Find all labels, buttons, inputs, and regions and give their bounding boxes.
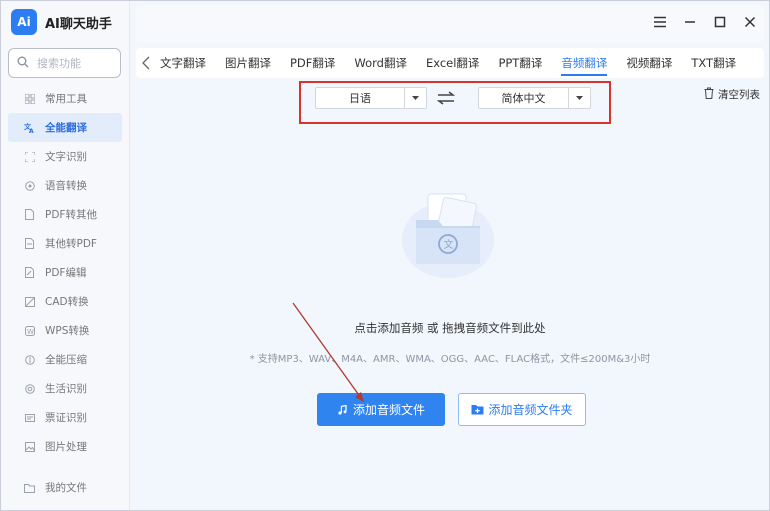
add-audio-folder-button[interactable]: 添加音频文件夹: [458, 393, 586, 426]
search-icon: [17, 56, 29, 71]
sidebar-item-image[interactable]: 图片处理: [8, 432, 122, 461]
image-icon: [24, 441, 35, 452]
scan-text-icon: [24, 151, 35, 162]
language-selector-highlight: 日语 简体中文: [299, 81, 611, 124]
search-input[interactable]: 搜索功能: [8, 48, 121, 78]
caret-down-icon: [404, 88, 426, 108]
tab-video-translate[interactable]: 视频翻译: [626, 48, 672, 78]
sidebar-item-ticket[interactable]: 票证识别: [8, 403, 122, 432]
sidebar-item-label: 语音转换: [45, 180, 87, 192]
sidebar: Ai AI聊天助手 搜索功能 常用工具 文A 全能翻译 文字识别 语音转换 PD…: [1, 1, 130, 510]
caret-down-icon: [568, 88, 590, 108]
voice-icon: [24, 180, 35, 191]
sidebar-item-label: 生活识别: [45, 383, 87, 395]
sidebar-item-label: PDF转其他: [45, 209, 97, 221]
target-language-select[interactable]: 简体中文: [478, 87, 591, 109]
ticket-icon: [24, 412, 35, 423]
chevron-left-icon[interactable]: [142, 56, 160, 70]
tab-image-translate[interactable]: 图片翻译: [225, 48, 271, 78]
sidebar-item-label: 其他转PDF: [45, 238, 97, 250]
sidebar-item-label: 我的文件: [45, 482, 87, 494]
audio-folder-illustration: 文: [398, 180, 498, 280]
app-title: AI聊天助手: [45, 16, 112, 32]
minimize-icon[interactable]: [682, 14, 698, 30]
maximize-icon[interactable]: [712, 14, 728, 30]
target-language-value: 简体中文: [501, 92, 546, 105]
sidebar-item-life-scan[interactable]: 生活识别: [8, 374, 122, 403]
tab-word-translate[interactable]: Word翻译: [354, 48, 407, 78]
sidebar-bottom: 我的文件: [8, 473, 122, 502]
swap-icon[interactable]: [436, 91, 456, 105]
sidebar-item-voice[interactable]: 语音转换: [8, 171, 122, 200]
svg-text:W: W: [27, 328, 34, 336]
tab-audio-translate[interactable]: 音频翻译: [561, 48, 608, 78]
source-language-value: 日语: [349, 92, 371, 105]
app-logo: Ai: [11, 9, 37, 35]
sidebar-item-label: 常用工具: [45, 93, 87, 105]
supported-formats: * 支持MP3、WAV、M4A、AMR、WMA、OGG、AAC、FLAC格式，文…: [249, 354, 651, 365]
clear-list-button[interactable]: 清空列表: [704, 87, 760, 102]
pdf-edit-icon: [24, 267, 35, 278]
tab-excel-translate[interactable]: Excel翻译: [426, 48, 479, 78]
title-bar: [136, 6, 764, 42]
sidebar-item-label: 图片处理: [45, 441, 87, 453]
translate-icon: 文A: [24, 122, 35, 133]
sidebar-item-ocr[interactable]: 文字识别: [8, 142, 122, 171]
svg-text:A: A: [29, 128, 34, 133]
grid-icon: [24, 93, 35, 104]
add-audio-folder-label: 添加音频文件夹: [488, 403, 573, 417]
sidebar-item-label: 文字识别: [45, 151, 87, 163]
sidebar-item-my-files[interactable]: 我的文件: [8, 473, 122, 502]
compress-icon: [24, 354, 35, 365]
cad-icon: [24, 296, 35, 307]
music-note-icon: [337, 404, 347, 415]
life-scan-icon: [24, 383, 35, 394]
pdf-convert-icon: [24, 209, 35, 220]
menu-icon[interactable]: [652, 14, 668, 30]
folder-plus-icon: [471, 404, 484, 415]
sidebar-item-cad[interactable]: CAD转换: [8, 287, 122, 316]
sidebar-item-translate[interactable]: 文A 全能翻译: [8, 113, 122, 142]
sidebar-item-pdf-convert[interactable]: PDF转其他: [8, 200, 122, 229]
sidebar-item-label: 票证识别: [45, 412, 87, 424]
sidebar-item-label: PDF编辑: [45, 267, 87, 279]
sidebar-item-label: 全能压缩: [45, 354, 87, 366]
sidebar-item-common-tools[interactable]: 常用工具: [8, 84, 122, 113]
sidebar-item-label: CAD转换: [45, 296, 89, 308]
sidebar-item-compress[interactable]: 全能压缩: [8, 345, 122, 374]
sidebar-item-label: WPS转换: [45, 325, 90, 337]
tab-ppt-translate[interactable]: PPT翻译: [498, 48, 542, 78]
wps-icon: W: [24, 325, 35, 336]
add-audio-file-label: 添加音频文件: [352, 403, 425, 417]
translate-tabs: 文字翻译 图片翻译 PDF翻译 Word翻译 Excel翻译 PPT翻译 音频翻…: [136, 48, 764, 78]
trash-icon: [704, 87, 714, 102]
brand: Ai AI聊天助手: [11, 9, 112, 35]
sidebar-item-wps[interactable]: W WPS转换: [8, 316, 122, 345]
sidebar-nav: 常用工具 文A 全能翻译 文字识别 语音转换 PDF转其他 其他转PDF PDF…: [8, 84, 122, 461]
add-audio-file-button[interactable]: 添加音频文件: [317, 393, 445, 426]
sidebar-item-to-pdf[interactable]: 其他转PDF: [8, 229, 122, 258]
folder-icon: [24, 482, 35, 493]
close-icon[interactable]: [742, 14, 758, 30]
tab-pdf-translate[interactable]: PDF翻译: [290, 48, 335, 78]
window-controls: [652, 14, 758, 30]
clear-list-label: 清空列表: [718, 89, 760, 101]
main-panel: 日语 简体中文 清空列表 文 点击添加音频 或 拖拽音频文件到此处 * 支持MP…: [136, 80, 764, 510]
upload-hint: 点击添加音频 或 拖拽音频文件到此处: [354, 321, 546, 335]
tab-text-translate[interactable]: 文字翻译: [160, 48, 206, 78]
sidebar-item-label: 全能翻译: [45, 122, 87, 134]
to-pdf-icon: [24, 238, 35, 249]
sidebar-item-pdf-edit[interactable]: PDF编辑: [8, 258, 122, 287]
svg-text:文: 文: [444, 238, 454, 251]
source-language-select[interactable]: 日语: [315, 87, 427, 109]
search-placeholder: 搜索功能: [37, 57, 81, 70]
tab-txt-translate[interactable]: TXT翻译: [691, 48, 736, 78]
